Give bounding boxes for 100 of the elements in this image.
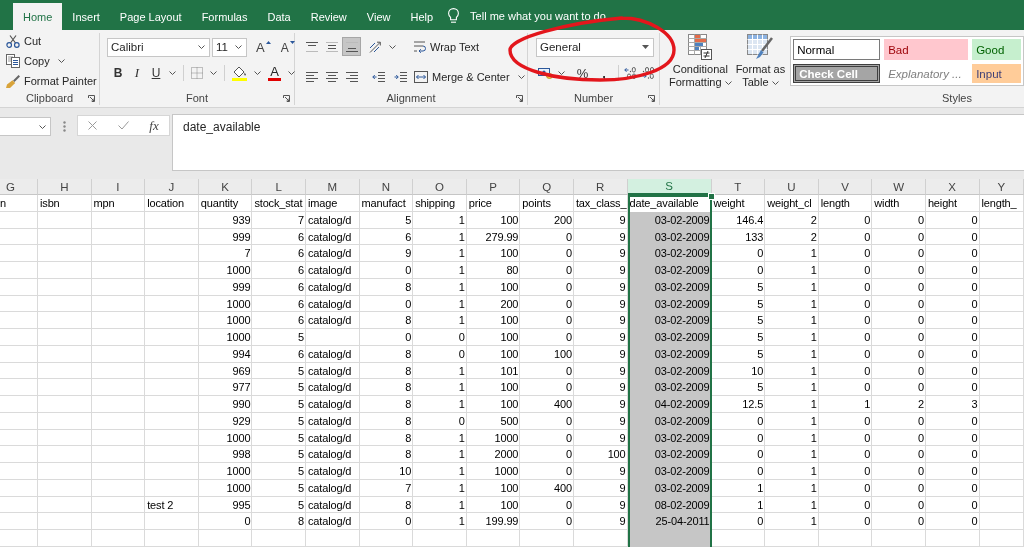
column-header[interactable]: V [818, 179, 873, 195]
column-header[interactable]: W [872, 179, 926, 195]
table-cell-text: 5 [756, 296, 765, 312]
column-header[interactable]: X [925, 179, 980, 195]
table-cell: date_available [627, 195, 712, 212]
caret-icon[interactable] [288, 71, 295, 75]
ribbon-tab[interactable]: View [356, 3, 401, 30]
paintbrush-icon[interactable] [6, 74, 20, 88]
column-header[interactable]: K [198, 179, 253, 195]
cell-style-button[interactable]: Explanatory ... [884, 64, 969, 83]
conditional-formatting-button[interactable]: Conditional Formatting [668, 34, 733, 89]
bold-button[interactable]: B [112, 66, 124, 80]
percent-button[interactable]: % [576, 65, 589, 81]
decimal-left-arrow-icon[interactable] [624, 67, 637, 79]
column-header[interactable]: I [91, 179, 146, 195]
column-header[interactable]: H [38, 179, 92, 195]
table-cell-text: 8 [404, 413, 413, 429]
bottom-align-button[interactable] [342, 37, 361, 56]
formula-input-field[interactable]: date_available [172, 114, 1024, 171]
caret-icon[interactable] [558, 71, 565, 75]
table-cell-text: 0 [970, 497, 979, 513]
ribbon-tab[interactable]: Home [13, 3, 63, 30]
name-box-field[interactable] [0, 117, 51, 136]
caret-icon[interactable] [235, 45, 242, 49]
insert-function-button[interactable]: fx [149, 117, 159, 134]
caret-icon[interactable] [724, 81, 732, 86]
merge-center-button[interactable]: Merge & Center [414, 71, 510, 83]
caret-icon[interactable] [389, 44, 396, 49]
table-cell-text: 9 [618, 246, 627, 262]
caret-icon[interactable] [198, 45, 205, 49]
ribbon-tab[interactable]: Formulas [191, 3, 258, 30]
caret-icon[interactable] [771, 81, 779, 86]
copy-icon[interactable] [6, 54, 20, 68]
diagonal-arrow-icon[interactable] [369, 40, 383, 53]
column-header[interactable]: G [0, 179, 38, 195]
paint-bucket-icon[interactable] [232, 65, 247, 81]
lightbulb-icon[interactable] [448, 8, 460, 23]
font-color-button[interactable]: A [268, 65, 281, 81]
column-header[interactable]: T [711, 179, 766, 195]
number-format-combobox[interactable]: General [536, 37, 654, 57]
column-header[interactable]: Q [520, 179, 574, 195]
banknote-coin-icon[interactable] [538, 67, 553, 79]
cut-button[interactable]: Cut [6, 34, 42, 48]
ribbon-tab[interactable]: Help [400, 3, 444, 30]
cell-style-button[interactable]: Bad [884, 39, 969, 60]
scissors-icon[interactable] [6, 34, 20, 48]
column-header[interactable]: N [359, 179, 414, 195]
corner-arrow-icon[interactable] [88, 94, 95, 102]
caret-icon[interactable] [642, 45, 649, 49]
format-as-table-button[interactable]: Format as Table [734, 34, 787, 89]
fill-handle-icon[interactable] [707, 193, 715, 200]
table-cell-text: 5 [756, 279, 765, 295]
caret-icon[interactable] [210, 71, 217, 75]
corner-arrow-icon[interactable] [283, 94, 290, 102]
caret-icon[interactable] [169, 71, 176, 75]
column-header[interactable]: P [466, 179, 521, 195]
format-painter-button[interactable]: Format Painter [6, 74, 97, 88]
underline-button[interactable]: U [150, 66, 162, 80]
cell-style-button[interactable]: Normal [793, 39, 881, 60]
column-header[interactable]: S [627, 179, 712, 195]
cell-style-button[interactable]: Input [972, 64, 1021, 83]
dotted-grid-icon[interactable] [191, 67, 203, 79]
ribbon-tab[interactable]: Insert [62, 3, 110, 30]
column-header[interactable]: M [305, 179, 360, 195]
column-header[interactable]: Y [979, 179, 1024, 195]
column-header[interactable]: L [252, 179, 306, 195]
cross-icon[interactable] [88, 121, 98, 130]
table-cell-text: 929 [231, 413, 252, 429]
decimal-right-arrow-icon[interactable] [642, 67, 655, 79]
wrap-text-button[interactable]: Wrap Text [414, 40, 480, 53]
shrink-font-button[interactable]: A [280, 40, 295, 55]
table-cell-text: 0 [970, 279, 979, 295]
checkmark-icon[interactable] [117, 121, 129, 130]
grow-font-button[interactable]: A [256, 39, 271, 55]
indent-left-arrow-icon[interactable] [372, 72, 385, 82]
font-name-combobox[interactable]: Calibri [107, 37, 210, 57]
ribbon-tab[interactable]: Data [257, 3, 301, 30]
caret-icon[interactable] [517, 75, 525, 79]
font-size-combobox[interactable]: 11 [212, 37, 247, 57]
column-header[interactable]: J [145, 179, 199, 195]
caret-icon[interactable] [254, 71, 261, 75]
column-header[interactable]: R [573, 179, 628, 195]
table-cell-text: 0 [564, 430, 573, 446]
caret-icon[interactable] [39, 124, 46, 129]
column-header[interactable]: U [765, 179, 819, 195]
italic-button[interactable]: I [131, 65, 143, 81]
indent-right-arrow-icon[interactable] [394, 72, 407, 82]
table-cell-text: width [873, 196, 901, 211]
column-header[interactable]: O [413, 179, 467, 195]
corner-arrow-icon[interactable] [648, 94, 655, 102]
cell-style-button[interactable]: Good [972, 39, 1021, 60]
ribbon-tab[interactable]: Page Layout [109, 3, 192, 30]
table-cell-text: 1 [457, 497, 466, 513]
copy-button[interactable]: Copy [6, 54, 50, 68]
table-cell-text: 100 [499, 480, 520, 496]
table-cell-text: 0 [863, 246, 872, 262]
corner-arrow-icon[interactable] [516, 94, 523, 102]
ribbon-tab[interactable]: Review [300, 3, 357, 30]
grip-dots-icon[interactable] [63, 121, 66, 132]
caret-icon[interactable] [57, 59, 65, 63]
